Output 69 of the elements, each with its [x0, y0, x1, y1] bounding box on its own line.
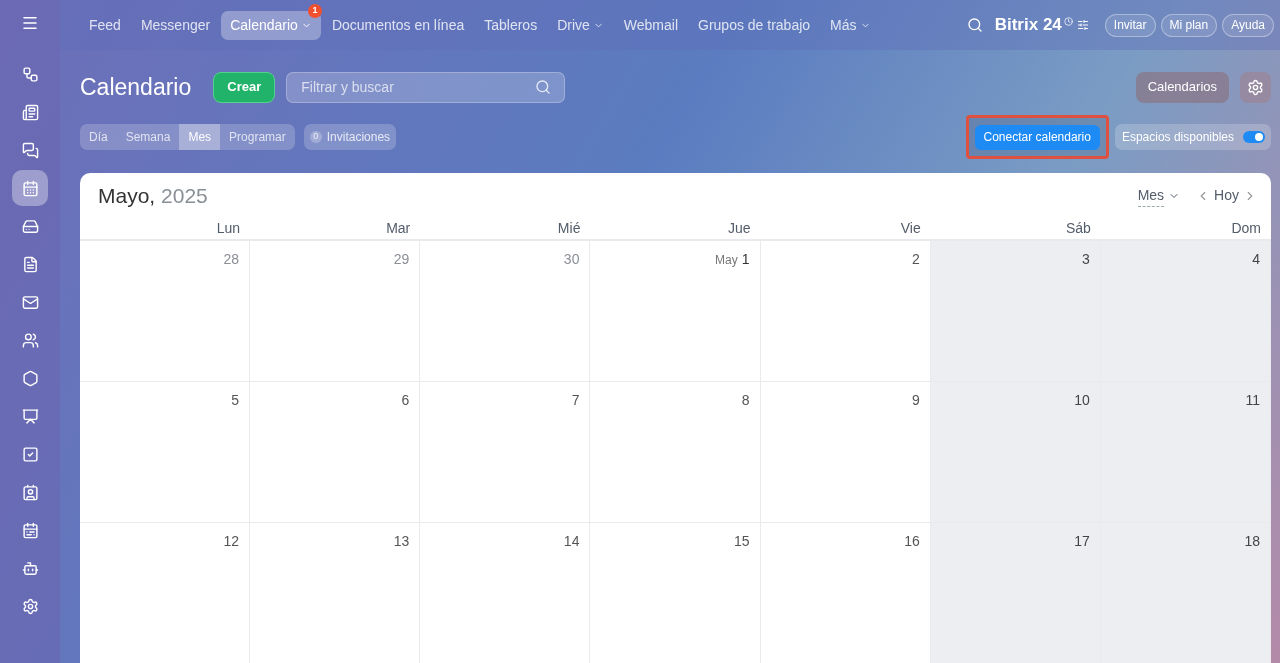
create-button[interactable]: Crear	[213, 71, 276, 103]
month-title: Mayo, 2025	[98, 182, 208, 209]
nav-tab[interactable]: Drive	[548, 10, 613, 40]
calendars-button[interactable]: Calendarios	[1135, 71, 1229, 103]
page-title: Calendario	[80, 72, 192, 102]
connect-calendar-button[interactable]: Conectar calendario	[974, 124, 1100, 150]
day-number: 15	[734, 532, 750, 551]
day-number: 6	[401, 391, 410, 410]
day-number: 17	[1074, 532, 1090, 551]
day-number: 4	[1252, 250, 1260, 269]
weekday-label: Lun	[216, 220, 241, 236]
day-number: 16	[904, 532, 920, 551]
day-cell[interactable]: 4	[1100, 241, 1271, 381]
settings-button[interactable]	[1240, 71, 1271, 103]
brand-logo: Bitrix 24	[994, 14, 1062, 37]
view-tab[interactable]: Día	[80, 124, 117, 150]
view-tab[interactable]: Programar	[220, 124, 295, 150]
day-number: 11	[1245, 391, 1260, 410]
toggle-switch[interactable]	[1243, 131, 1265, 143]
day-number: 13	[393, 532, 410, 551]
search-icon[interactable]	[966, 17, 983, 33]
weekday-label: Mié	[557, 220, 581, 236]
header-button[interactable]: Ayuda	[1222, 13, 1274, 37]
day-cell[interactable]: 10	[930, 382, 1101, 522]
nav-tab[interactable]: Documentos en línea	[322, 10, 474, 40]
nav-tab[interactable]: Grupos de trabajo	[689, 10, 820, 40]
view-tab[interactable]: Mes	[179, 124, 221, 150]
day-number: 7	[571, 391, 580, 410]
weekday-label: Jue	[728, 220, 751, 236]
weekday-label: Sáb	[1065, 220, 1091, 236]
month-prefix: May	[715, 252, 738, 269]
gear-icon	[1247, 78, 1264, 96]
nav-tab[interactable]: Feed	[80, 10, 130, 40]
day-cell[interactable]: 3	[930, 241, 1101, 381]
nav-tab[interactable]: Más	[821, 10, 880, 40]
calendar-icon[interactable]	[12, 170, 48, 206]
clock-icon	[1063, 17, 1073, 26]
weekday-label: Vie	[900, 220, 921, 236]
day-cell[interactable]: 11	[1100, 382, 1271, 522]
nav-tab[interactable]: Webmail	[614, 10, 687, 40]
day-number: 1	[741, 250, 750, 269]
free-slots-label: Espacios disponibles	[1121, 129, 1234, 146]
day-number: 2	[911, 250, 920, 269]
search-icon	[535, 78, 552, 95]
day-number: 9	[911, 391, 920, 410]
sliders-icon[interactable]	[1076, 19, 1089, 31]
header-button[interactable]: Mi plan	[1160, 13, 1218, 37]
day-number: 12	[223, 532, 240, 551]
nav-tab[interactable]: Messenger	[131, 10, 220, 40]
today-button[interactable]: Hoy	[1214, 185, 1239, 206]
day-number: 8	[741, 391, 750, 410]
day-number: 28	[223, 250, 240, 269]
weekday-label: Dom	[1231, 220, 1261, 236]
day-cell[interactable]: 17	[930, 523, 1101, 663]
view-tab[interactable]: Semana	[116, 124, 180, 150]
view-dropdown[interactable]: Mes	[1137, 184, 1181, 207]
notification-badge: 1	[307, 3, 322, 18]
day-number: 5	[231, 391, 240, 410]
day-number: 29	[393, 250, 410, 269]
invitations-button[interactable]: 0 Invitaciones	[303, 124, 397, 150]
day-number: 10	[1074, 391, 1090, 410]
day-number: 18	[1244, 532, 1260, 551]
day-number: 3	[1082, 250, 1090, 269]
day-number: 30	[563, 250, 580, 269]
header-button[interactable]: Invitar	[1104, 13, 1156, 37]
day-cell[interactable]: 18	[1100, 523, 1271, 663]
day-number: 14	[563, 532, 580, 551]
weekday-label: Mar	[386, 220, 411, 236]
nav-tab[interactable]: Tableros	[475, 10, 547, 40]
